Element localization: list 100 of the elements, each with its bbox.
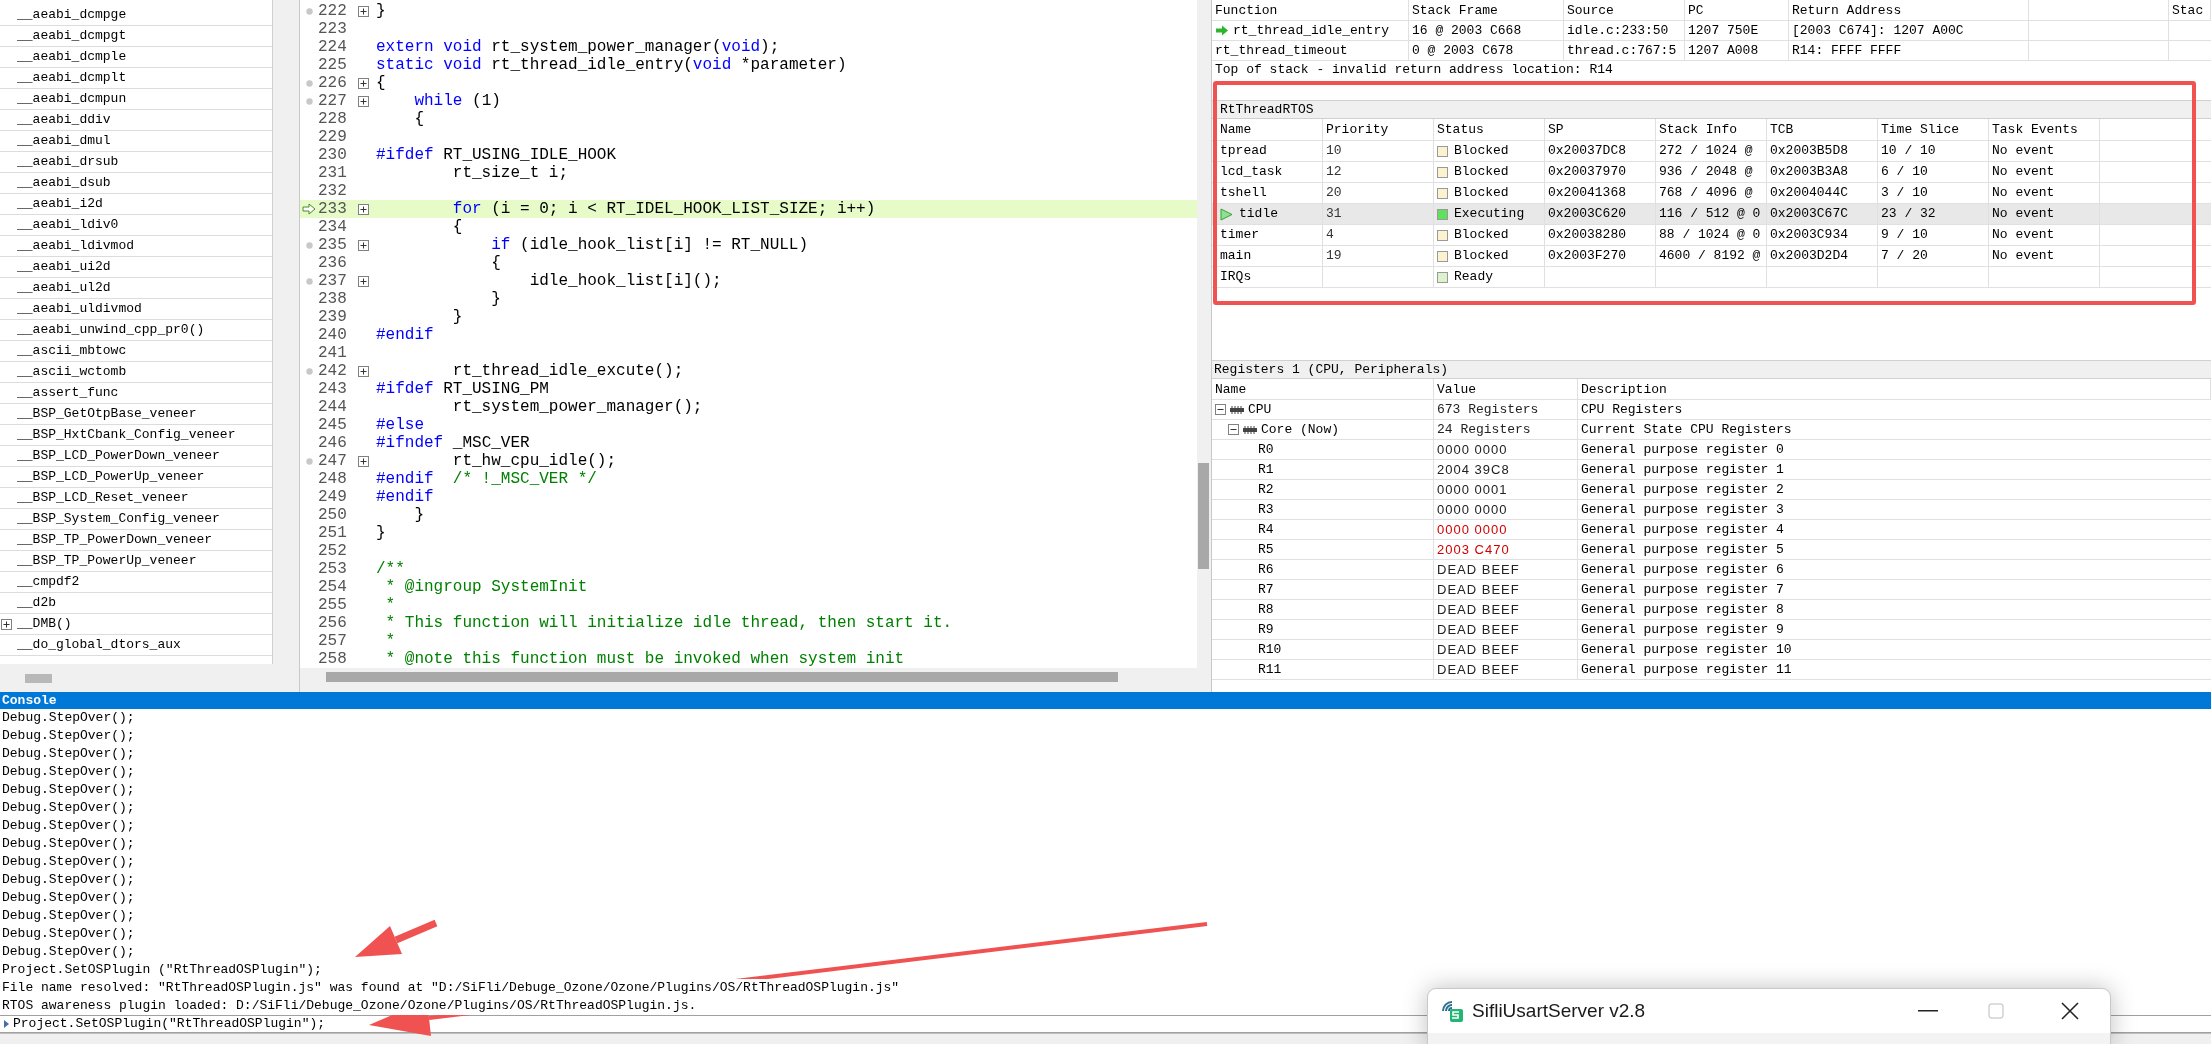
breakpoint-dot-icon[interactable] <box>305 457 313 465</box>
table-row[interactable]: rt_thread_idle_entry 16 @ 2003 C668 idle.c:233:50 1207 750E [2003 C674]: 1207 A00C <box>1212 21 2211 41</box>
table-cell-text: 116 / 512 @ 0 <box>1659 205 1761 224</box>
symbol-item[interactable]: __aeabi_dcmplt <box>17 68 127 88</box>
column-header[interactable]: PC <box>1685 0 1789 20</box>
fold-icon[interactable] <box>358 455 369 467</box>
table-cell-text: 936 / 2048 @ <box>1659 163 1753 182</box>
expand-icon[interactable] <box>1 619 12 630</box>
fold-icon[interactable] <box>358 203 369 215</box>
code-line: static void rt_thread_idle_entry(void *parameter) <box>375 56 847 74</box>
code-line: rt_system_power_manager(); <box>451 398 703 416</box>
code-line: } <box>375 524 386 542</box>
symbol-item[interactable]: __BSP_LCD_PowerUp_veneer <box>17 467 205 487</box>
column-header[interactable]: SP <box>1545 119 1656 140</box>
symbol-item[interactable]: __ascii_mbtowc <box>17 341 127 361</box>
line-number: 232 <box>318 182 348 200</box>
table-cell-text: R0 <box>1258 440 1274 459</box>
table-row[interactable]: lcd_task 12 Blocked 0x20037970 936 / 2048 @ 0x2003B3A8 6 / 10 No event <box>1212 162 2211 183</box>
symbol-item[interactable]: __cmpdf2 <box>17 572 80 592</box>
column-header[interactable]: Return Address <box>1789 0 2029 20</box>
fold-icon[interactable] <box>358 95 369 107</box>
line-number: 245 <box>318 416 348 434</box>
table-row[interactable]: tpread 10 Blocked 0x20037DC8 272 / 1024 @ 0x2003B5D8 10 / 10 No event <box>1212 141 2211 162</box>
breakpoint-dot-icon[interactable] <box>305 367 313 375</box>
symbol-item[interactable]: __aeabi_ui2d <box>17 257 111 277</box>
table-cell-text: No event <box>1992 247 2055 266</box>
line-number: 241 <box>318 344 348 362</box>
code-line: #ifdef RT_USING_IDLE_HOOK <box>375 146 617 164</box>
symbol-item[interactable]: __BSP_LCD_PowerDown_veneer <box>17 446 220 466</box>
scrollbar-thumb[interactable] <box>25 673 52 683</box>
breakpoint-dot-icon[interactable] <box>305 79 313 87</box>
symbol-item[interactable]: __aeabi_dcmpun <box>17 89 127 109</box>
scrollbar-thumb[interactable] <box>326 672 1118 682</box>
column-header[interactable]: TCB <box>1767 119 1878 140</box>
table-row[interactable]: main 19 Blocked 0x2003F270 4600 / 8192 @ 0x2003D2D4 7 / 20 No event <box>1212 246 2211 267</box>
table-row[interactable]: tidle 31 Executing 0x2003C620 116 / 512 @ 0 0x2003C67C 23 / 32 No event <box>1212 204 2211 225</box>
fold-icon[interactable] <box>358 77 369 89</box>
column-header[interactable]: Priority <box>1323 119 1434 140</box>
symbol-item[interactable]: __BSP_LCD_Reset_veneer <box>17 488 189 508</box>
symbol-item[interactable]: __DMB() <box>17 614 72 634</box>
breakpoint-dot-icon[interactable] <box>305 277 313 285</box>
table-cell-text: Core (Now) <box>1261 420 1339 439</box>
symbol-item[interactable]: __aeabi_dcmpgt <box>17 26 127 46</box>
symbol-item[interactable]: __aeabi_unwind_cpp_pr0() <box>17 320 205 340</box>
symbol-item[interactable]: __do_global_dtors_aux <box>17 635 181 655</box>
symbol-item[interactable]: __ascii_wctomb <box>17 362 127 382</box>
breakpoint-dot-icon[interactable] <box>305 241 313 249</box>
breakpoint-dot-icon[interactable] <box>305 97 313 105</box>
collapse-icon[interactable] <box>1228 424 1239 435</box>
fold-icon[interactable] <box>358 5 369 17</box>
table-cell-text: 0x2003D2D4 <box>1770 247 1848 266</box>
symbol-item[interactable]: __BSP_GetOtpBase_veneer <box>17 404 197 424</box>
symbol-item[interactable]: __aeabi_dsub <box>17 173 111 193</box>
breakpoint-dot-icon[interactable] <box>305 7 313 15</box>
symbol-item[interactable]: __assert_func <box>17 383 119 403</box>
symbol-item[interactable]: __aeabi_i2d <box>17 194 103 214</box>
symbol-item[interactable]: __BSP_HxtCbank_Config_veneer <box>17 425 236 445</box>
symbol-item[interactable]: __BSP_TP_PowerDown_veneer <box>17 530 213 550</box>
collapse-icon[interactable] <box>1215 404 1226 415</box>
column-header[interactable]: Task Events <box>1989 119 2100 140</box>
column-header[interactable]: Stack Info <box>1656 119 1767 140</box>
column-header[interactable]: Description <box>1578 379 2211 399</box>
minimize-icon[interactable] <box>1918 1010 1938 1012</box>
table-row[interactable]: IRQs Ready <box>1212 267 2211 288</box>
table-cell-text: 0000 0000 <box>1437 440 1508 459</box>
symbol-item[interactable]: __BSP_System_Config_veneer <box>17 509 220 529</box>
symbol-item[interactable]: __aeabi_dcmpge <box>17 5 127 25</box>
fold-icon[interactable] <box>358 275 369 287</box>
fold-icon[interactable] <box>358 365 369 377</box>
symbol-item[interactable]: __aeabi_ul2d <box>17 278 111 298</box>
column-header[interactable]: Status <box>1434 119 1545 140</box>
table-cell-text: 673 Registers <box>1437 400 1539 419</box>
scrollbar-thumb[interactable] <box>1198 463 1209 569</box>
column-header[interactable]: Name <box>1212 119 1323 140</box>
column-header[interactable]: Value <box>1434 379 1578 399</box>
table-row[interactable]: timer 4 Blocked 0x20038280 88 / 1024 @ 0 0x2003C934 9 / 10 No event <box>1212 225 2211 246</box>
column-header[interactable]: Time Slice <box>1878 119 1989 140</box>
close-icon[interactable] <box>2061 1002 2079 1020</box>
symbol-item[interactable]: __aeabi_dmul <box>17 131 111 151</box>
fold-icon[interactable] <box>358 239 369 251</box>
table-cell-text: 4600 / 8192 @ <box>1659 247 1761 266</box>
symbol-item[interactable]: __aeabi_ldivmod <box>17 236 135 256</box>
code-line: for (i = 0; i < RT_IDEL_HOOK_LIST_SIZE; i++) <box>451 200 876 218</box>
symbol-item[interactable]: __aeabi_dcmple <box>17 47 127 67</box>
column-header[interactable]: Stac <box>2169 0 2211 20</box>
column-header[interactable]: Function <box>1212 0 1409 20</box>
symbol-item[interactable]: __aeabi_ldiv0 <box>17 215 119 235</box>
column-header[interactable]: Stack Frame <box>1409 0 1564 20</box>
line-number: 230 <box>318 146 348 164</box>
table-row[interactable]: rt_thread_timeout 0 @ 2003 C678 thread.c:767:5 1207 A008 R14: FFFF FFFF <box>1212 41 2211 61</box>
symbol-item[interactable]: __aeabi_drsub <box>17 152 119 172</box>
table-cell-text: CPU <box>1248 400 1272 419</box>
symbol-item[interactable]: __d2b <box>17 593 56 613</box>
symbol-item[interactable]: __BSP_TP_PowerUp_veneer <box>17 551 197 571</box>
table-cell-text: tpread <box>1220 142 1267 161</box>
table-cell-text: 24 Registers <box>1437 420 1531 439</box>
symbol-item[interactable]: __aeabi_uldivmod <box>17 299 142 319</box>
symbol-item[interactable]: __aeabi_ddiv <box>17 110 111 130</box>
column-header[interactable]: Source <box>1564 0 1685 20</box>
column-header[interactable]: Name <box>1212 379 1434 399</box>
